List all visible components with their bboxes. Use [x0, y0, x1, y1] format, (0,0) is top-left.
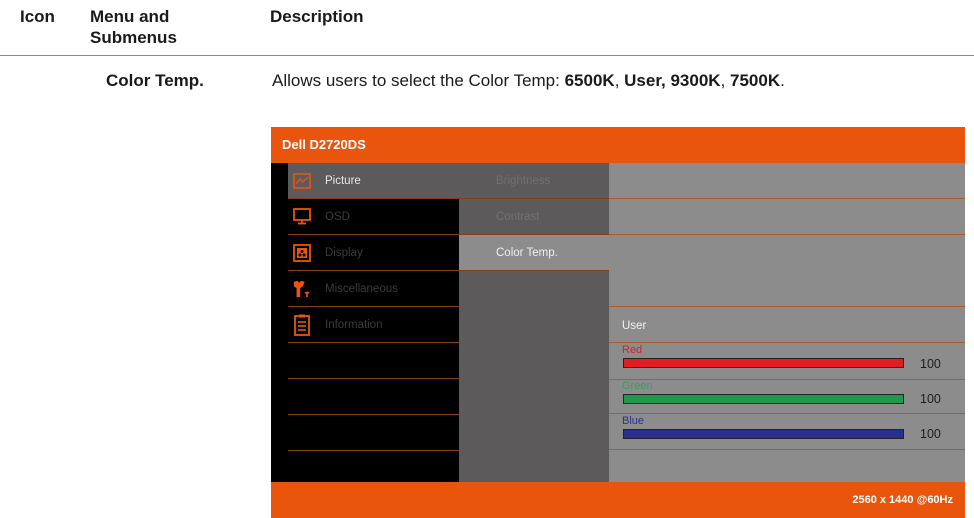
option-user-9300k: User, 9300K	[624, 71, 721, 90]
value-row	[609, 307, 965, 343]
main-menu-label: OSD	[325, 210, 350, 223]
osd-footer-bar: 2560 x 1440 @60Hz	[271, 482, 965, 518]
blue-label: Blue	[622, 415, 645, 427]
submenu-item-brightness[interactable]: Brightness	[459, 163, 609, 199]
green-slider[interactable]	[623, 394, 904, 404]
column-header-icon: Icon	[20, 7, 55, 26]
osd-menu: Dell D2720DS Picture OSD Display Miscell…	[271, 127, 965, 518]
main-menu-empty-row	[288, 343, 459, 379]
option-6500k: 6500K	[564, 71, 615, 90]
main-menu-item-display[interactable]: Display	[288, 235, 459, 271]
color-preset-value: User	[622, 320, 647, 332]
main-menu-item-information[interactable]: Information	[288, 307, 459, 343]
column-header-description: Description	[270, 7, 364, 26]
option-7500k: 7500K	[730, 71, 781, 90]
main-menu-empty-row	[288, 415, 459, 451]
submenu-label: Brightness	[496, 174, 551, 187]
column-header-menu: Menu and Submenus	[90, 7, 177, 47]
green-label: Green	[622, 380, 653, 392]
row-menu-label: Color Temp.	[106, 71, 204, 90]
row-description: Allows users to select the Color Temp: 6…	[272, 71, 785, 90]
value-row	[609, 271, 965, 307]
blue-value: 100	[920, 427, 941, 441]
main-menu-item-miscellaneous[interactable]: Miscellaneous	[288, 271, 459, 307]
clipboard-icon	[292, 314, 312, 336]
monitor-icon	[292, 207, 312, 227]
submenu-label: Color Temp.	[496, 246, 558, 259]
green-value: 100	[920, 392, 941, 406]
display-icon	[292, 243, 312, 263]
red-value: 100	[920, 357, 941, 371]
wrench-icon	[292, 279, 312, 299]
blue-slider[interactable]	[623, 429, 904, 439]
osd-title: Dell D2720DS	[282, 137, 366, 152]
main-menu-empty-row	[288, 379, 459, 415]
value-row	[609, 163, 965, 199]
submenu-label: Contrast	[496, 210, 540, 223]
main-menu-label: Miscellaneous	[325, 282, 398, 295]
main-menu-label: Display	[325, 246, 363, 259]
main-menu-label: Information	[325, 318, 383, 331]
red-label: Red	[622, 344, 643, 356]
submenu-item-contrast[interactable]: Contrast	[459, 199, 609, 235]
picture-icon	[292, 171, 312, 191]
main-menu-label: Picture	[325, 174, 361, 187]
main-menu-item-picture[interactable]: Picture	[288, 163, 459, 199]
main-menu-item-osd[interactable]: OSD	[288, 199, 459, 235]
value-row	[609, 199, 965, 235]
submenu-item-color-temp[interactable]: Color Temp.	[459, 235, 609, 271]
osd-title-bar: Dell D2720DS	[271, 127, 965, 163]
red-slider[interactable]	[623, 358, 904, 368]
resolution-label: 2560 x 1440 @60Hz	[852, 494, 953, 506]
header-divider	[0, 55, 974, 56]
